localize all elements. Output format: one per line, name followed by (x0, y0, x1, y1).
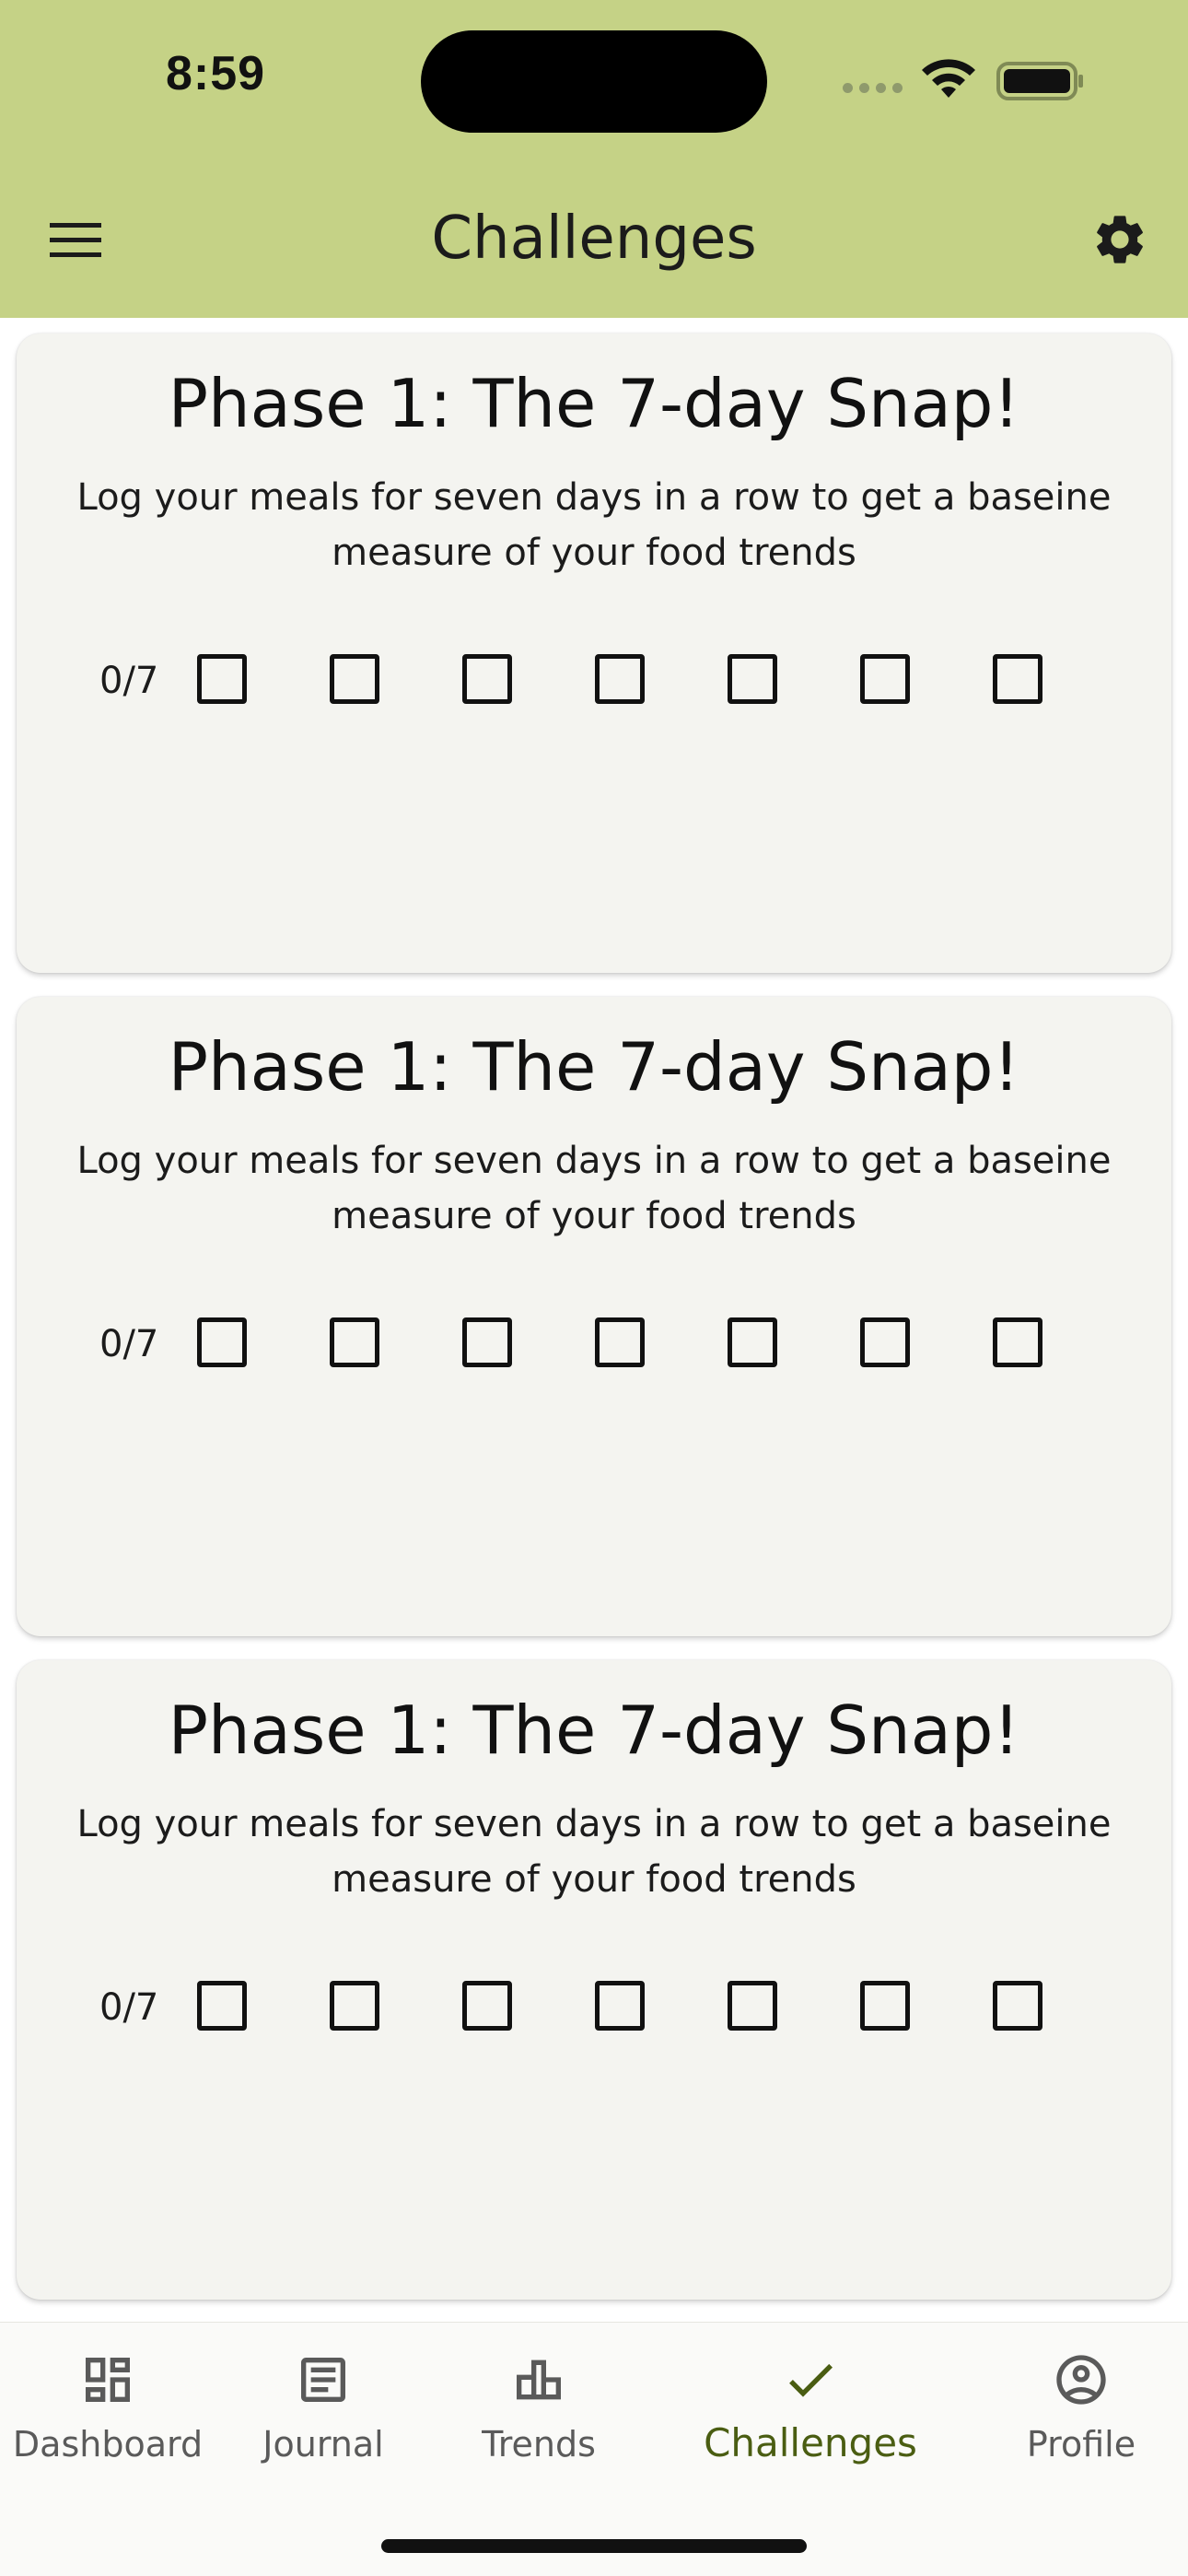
day-1-checkbox[interactable] (197, 654, 247, 704)
nav-item-dashboard[interactable]: Dashboard (0, 2323, 215, 2507)
day-3-checkbox[interactable] (462, 654, 512, 704)
day-1-checkbox[interactable] (197, 1981, 247, 2031)
challenge-card[interactable]: Phase 1: The 7-day Snap! Log your meals … (17, 334, 1171, 973)
wifi-icon (922, 59, 975, 98)
day-3-checkbox[interactable] (462, 1981, 512, 2031)
challenge-card[interactable]: Phase 1: The 7-day Snap! Log your meals … (17, 997, 1171, 1636)
app-header: 8:59 Challenges (0, 0, 1188, 318)
challenge-description: Log your meals for seven days in a row t… (76, 1140, 1112, 1237)
challenge-progress-row: 0/7 (17, 1981, 1171, 2036)
nav-label: Challenges (704, 2420, 917, 2465)
challenge-title: Phase 1: The 7-day Snap! (168, 1028, 1020, 1106)
dynamic-island (421, 30, 767, 133)
nav-item-challenges[interactable]: Challenges (646, 2323, 974, 2507)
progress-count: 0/7 (99, 1323, 159, 1365)
day-7-checkbox[interactable] (993, 654, 1042, 704)
nav-item-trends[interactable]: Trends (431, 2323, 646, 2507)
day-2-checkbox[interactable] (330, 1981, 379, 2031)
check-icon (789, 2363, 833, 2397)
home-indicator (381, 2539, 807, 2553)
day-6-checkbox[interactable] (860, 1981, 910, 2031)
bottom-nav: Dashboard Journal Trends Challenges Prof… (0, 2322, 1188, 2576)
progress-count: 0/7 (99, 660, 159, 702)
day-4-checkbox[interactable] (595, 654, 645, 704)
gear-icon[interactable] (1090, 210, 1149, 269)
day-5-checkbox[interactable] (728, 1317, 777, 1367)
challenge-progress-row: 0/7 (17, 1317, 1171, 1373)
status-time: 8:59 (166, 47, 266, 100)
nav-item-profile[interactable]: Profile (974, 2323, 1188, 2507)
day-3-checkbox[interactable] (462, 1317, 512, 1367)
day-2-checkbox[interactable] (330, 1317, 379, 1367)
day-6-checkbox[interactable] (860, 1317, 910, 1367)
day-1-checkbox[interactable] (197, 1317, 247, 1367)
day-2-checkbox[interactable] (330, 654, 379, 704)
challenge-description: Log your meals for seven days in a row t… (76, 1803, 1112, 1901)
nav-label: Profile (1026, 2424, 1136, 2465)
challenge-progress-row: 0/7 (17, 654, 1171, 709)
challenge-title: Phase 1: The 7-day Snap! (168, 365, 1020, 442)
dashboard-icon (86, 2358, 130, 2402)
day-5-checkbox[interactable] (728, 654, 777, 704)
progress-count: 0/7 (99, 1986, 159, 2029)
day-7-checkbox[interactable] (993, 1981, 1042, 2031)
nav-item-journal[interactable]: Journal (215, 2323, 431, 2507)
challenge-card[interactable]: Phase 1: The 7-day Snap! Log your meals … (17, 1660, 1171, 2300)
bar-chart-icon (517, 2359, 561, 2400)
challenge-description: Log your meals for seven days in a row t… (76, 476, 1112, 574)
day-5-checkbox[interactable] (728, 1981, 777, 2031)
nav-label: Dashboard (12, 2424, 204, 2465)
day-4-checkbox[interactable] (595, 1981, 645, 2031)
journal-icon (301, 2358, 345, 2402)
nav-label: Trends (482, 2424, 596, 2465)
challenge-title: Phase 1: The 7-day Snap! (168, 1692, 1020, 1769)
profile-icon (1056, 2355, 1106, 2405)
day-7-checkbox[interactable] (993, 1317, 1042, 1367)
battery-icon (996, 62, 1083, 100)
day-4-checkbox[interactable] (595, 1317, 645, 1367)
page-title: Challenges (431, 205, 757, 273)
nav-label: Journal (262, 2424, 384, 2465)
day-6-checkbox[interactable] (860, 654, 910, 704)
cellular-signal-icon (843, 83, 903, 93)
